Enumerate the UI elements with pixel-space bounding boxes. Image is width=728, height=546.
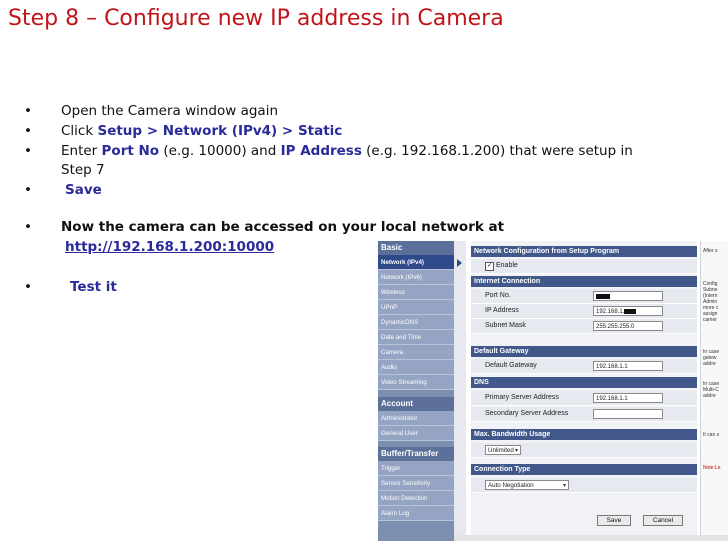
bandwidth-row: Unlimited ▾: [471, 443, 697, 458]
bullet-3-suffix: (e.g. 192.168.1.200) that were setup in: [361, 143, 633, 159]
bandwidth-select[interactable]: Unlimited ▾: [485, 445, 521, 455]
slide-title: Step 8 – Configure new IP address in Cam…: [8, 6, 504, 31]
bullet-3-line2: Step 7: [61, 162, 105, 178]
help-note: After s: [703, 248, 718, 254]
subnet-label: Subnet Mask: [485, 322, 526, 329]
subnet-row: Subnet Mask 255.255.255.0: [471, 319, 697, 334]
setup-path: Setup > Network (IPv4) > Static: [97, 123, 343, 139]
primary-dns-label: Primary Server Address: [485, 394, 559, 401]
help-note: camer: [703, 317, 717, 323]
ip-row: IP Address 192.168.1.: [471, 304, 697, 319]
secondary-dns-input[interactable]: [593, 409, 663, 419]
bandwidth-value: Unlimited: [488, 447, 514, 454]
bullet-3-prefix: Enter: [61, 143, 102, 159]
gateway-input[interactable]: 192.168.1.1: [593, 361, 663, 371]
bullet-3-middle: (e.g. 10000) and: [159, 143, 281, 159]
sidebar-item-upnp[interactable]: UPnP: [378, 300, 454, 315]
primary-dns-input[interactable]: 192.168.1.1: [593, 393, 663, 403]
sidebar-scroll-strip: [454, 241, 466, 541]
help-note: It can s: [703, 432, 720, 438]
port-input[interactable]: [593, 291, 663, 301]
bullet-5-text: Now the camera can be accessed on your l…: [61, 219, 505, 235]
connection-type-head: Connection Type: [471, 464, 697, 475]
help-notes-column: After s Config Subne (Intern Admin more …: [700, 241, 728, 541]
sidebar-head-buffer: Buffer/Transfer: [378, 447, 454, 461]
connection-row: Auto Negotiation ▾: [471, 478, 697, 493]
bullet-dot: •: [24, 143, 32, 159]
port-row: Port No.: [471, 289, 697, 304]
default-gateway-head: Default Gateway: [471, 346, 697, 357]
sidebar-item-general-user[interactable]: General User: [378, 426, 454, 441]
help-note: addre: [703, 361, 716, 367]
ip-label: IP Address: [485, 307, 519, 314]
sidebar-item-alarm-log[interactable]: Alarm Log: [378, 506, 454, 521]
enable-checkbox[interactable]: ✓: [485, 262, 494, 271]
ip-address-term: IP Address: [280, 143, 362, 159]
sidebar-head-account: Account: [378, 397, 454, 411]
subnet-input[interactable]: 255.255.255.0: [593, 321, 663, 331]
sidebar-head-basic: Basic: [378, 241, 454, 255]
sidebar-item-camera[interactable]: Camera: [378, 345, 454, 360]
sidebar-item-sensor-sensitivity[interactable]: Sensor Sensitivity: [378, 476, 454, 491]
sidebar-item-wireless[interactable]: Wireless: [378, 285, 454, 300]
bullet-dot: •: [24, 182, 32, 198]
redacted-mark: [596, 294, 610, 299]
gateway-row: Default Gateway 192.168.1.1: [471, 359, 697, 374]
test-it-term: Test it: [70, 279, 117, 295]
redacted-mark: [624, 308, 637, 314]
sidebar-item-audio[interactable]: Audio: [378, 360, 454, 375]
dns-head: DNS: [471, 377, 697, 388]
bullet-1-text: Open the Camera window again: [61, 103, 278, 119]
current-page-arrow-icon: [457, 259, 462, 267]
cancel-button[interactable]: Cancel: [643, 515, 683, 526]
horizontal-scrollbar[interactable]: [454, 535, 728, 541]
port-no-term: Port No: [101, 143, 160, 159]
connection-value: Auto Negotiation: [488, 482, 534, 489]
sidebar-item-motion-detection[interactable]: Motion Detection: [378, 491, 454, 506]
sidebar-item-administrator[interactable]: Administrator: [378, 411, 454, 426]
bullet-2-text: Click Setup > Network (IPv4) > Static: [61, 123, 342, 139]
save-button[interactable]: Save: [597, 515, 631, 526]
ip-input[interactable]: 192.168.1.: [593, 306, 663, 316]
enable-row: ✓ Enable: [471, 259, 697, 274]
camera-main-panel: Network Configuration from Setup Program…: [471, 241, 697, 541]
save-term: Save: [65, 182, 102, 198]
help-note-warning: Note:Le: [703, 465, 721, 471]
camera-url-link[interactable]: http://192.168.1.200:10000: [65, 239, 274, 255]
gateway-label: Default Gateway: [485, 362, 537, 369]
ip-value: 192.168.1.: [596, 309, 625, 315]
camera-sidebar: Basic Network (IPv4) Network (IPv6) Wire…: [378, 241, 454, 541]
secondary-dns-label: Secondary Server Address: [485, 410, 569, 417]
enable-label: Enable: [496, 262, 518, 269]
bullet-2-prefix: Click: [61, 123, 98, 139]
sidebar-item-trigger[interactable]: Trigger: [378, 461, 454, 476]
bullet-dot: •: [24, 123, 32, 139]
help-note: addre: [703, 393, 716, 399]
port-label: Port No.: [485, 292, 511, 299]
sidebar-item-network-ipv6[interactable]: Network (IPv6): [378, 270, 454, 285]
sidebar-item-date-time[interactable]: Date and Time: [378, 330, 454, 345]
bullet-dot: •: [24, 219, 32, 235]
bullet-dot: •: [24, 279, 32, 295]
sidebar-item-dynamicdns[interactable]: DynamicDNS: [378, 315, 454, 330]
primary-dns-row: Primary Server Address 192.168.1.1: [471, 391, 697, 406]
sidebar-item-video-streaming[interactable]: Video Streaming: [378, 375, 454, 390]
camera-settings-screenshot: Basic Network (IPv4) Network (IPv6) Wire…: [378, 241, 728, 541]
bullet-3-text: Enter Port No (e.g. 10000) and IP Addres…: [61, 143, 633, 159]
bandwidth-head: Max. Bandwidth Usage: [471, 429, 697, 440]
internet-connection-head: Internet Connection: [471, 276, 697, 287]
bullet-dot: •: [24, 103, 32, 119]
chevron-down-icon: ▾: [514, 448, 518, 454]
connection-select[interactable]: Auto Negotiation ▾: [485, 480, 569, 490]
sidebar-item-network-ipv4[interactable]: Network (IPv4): [378, 255, 454, 270]
secondary-dns-row: Secondary Server Address: [471, 407, 697, 422]
net-config-head: Network Configuration from Setup Program: [471, 246, 697, 257]
chevron-down-icon: ▾: [562, 483, 566, 489]
